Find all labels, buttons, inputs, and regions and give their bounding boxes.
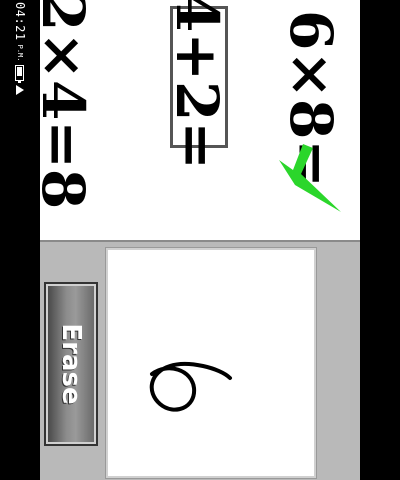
status-ampm: P.M. xyxy=(16,44,24,62)
problem-current: 4+2= xyxy=(163,0,231,170)
problem-answered: 2×4=8 xyxy=(40,0,97,210)
erase-button[interactable]: Erase xyxy=(44,282,98,446)
status-bar: 04:21 P.M. xyxy=(0,0,40,125)
problem-screen: 2×4=8 4+2= 6×8= xyxy=(40,0,360,240)
ink-stroke xyxy=(149,361,232,412)
status-time: 04:21 xyxy=(13,2,27,41)
signal-icon xyxy=(16,85,24,96)
erase-label: Erase xyxy=(56,323,86,405)
battery-icon xyxy=(15,65,25,82)
device-border xyxy=(360,0,400,480)
checkmark-icon xyxy=(279,144,341,212)
handwriting-canvas[interactable] xyxy=(105,247,317,479)
input-screen: Erase xyxy=(40,240,360,480)
